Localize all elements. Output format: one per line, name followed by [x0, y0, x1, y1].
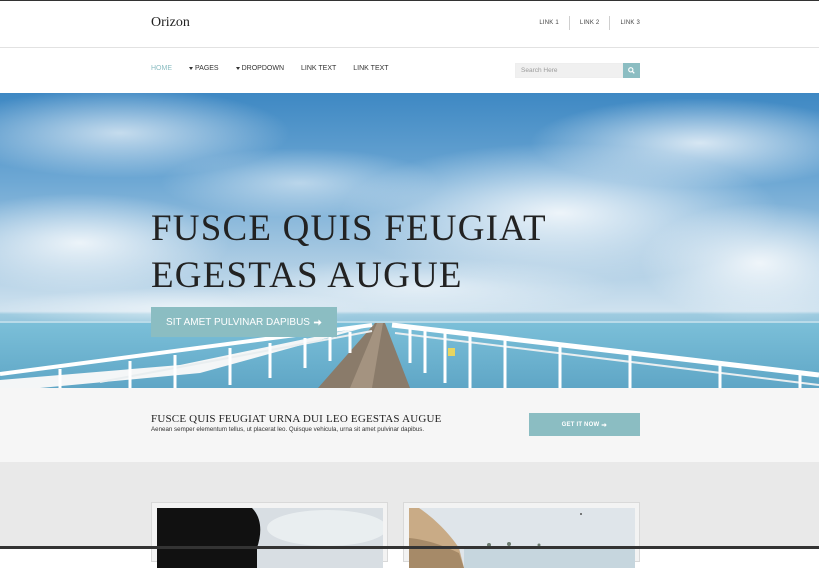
- main-navbar: HOME PAGES DROPDOWN LINK TEXT LINK TEXT: [0, 48, 819, 93]
- nav-item-pages[interactable]: PAGES: [189, 65, 219, 72]
- get-it-now-label: GET IT NOW: [561, 421, 600, 428]
- hero-cta-label: SIT AMET PULVINAR DAPIBUS: [166, 316, 310, 328]
- search-input[interactable]: [515, 63, 623, 78]
- get-it-now-button[interactable]: GET IT NOW: [529, 413, 640, 436]
- main-nav: HOME PAGES DROPDOWN LINK TEXT LINK TEXT: [151, 65, 406, 72]
- hero-title-line-1: FUSCE QUIS FEUGIAT: [151, 208, 547, 249]
- top-link-1[interactable]: LINK 1: [529, 16, 569, 30]
- cta-strip: FUSCE QUIS FEUGIAT URNA DUI LEO EGESTAS …: [0, 388, 819, 462]
- card-image-2: [409, 508, 635, 568]
- nav-item-dropdown[interactable]: DROPDOWN: [235, 65, 284, 72]
- top-link-2[interactable]: LINK 2: [568, 16, 610, 30]
- card-1[interactable]: [151, 502, 388, 568]
- top-link-3[interactable]: LINK 3: [609, 16, 640, 30]
- search-button[interactable]: [623, 63, 640, 78]
- nav-item-home[interactable]: HOME: [151, 65, 172, 72]
- top-links: LINK 1 LINK 2 LINK 3: [529, 16, 640, 30]
- nav-item-label: LINK TEXT: [353, 65, 389, 72]
- card-image-1: [157, 508, 383, 568]
- nav-item-label: PAGES: [195, 65, 219, 72]
- cta-text: Aenean semper elementum tellus, ut place…: [151, 426, 425, 433]
- site-logo[interactable]: Orizon: [151, 15, 190, 31]
- caret-down-icon: [235, 67, 240, 70]
- nav-item-link-text-1[interactable]: LINK TEXT: [301, 65, 336, 72]
- hero-title: FUSCE QUIS FEUGIAT EGESTAS AUGUE: [151, 205, 547, 299]
- top-bar: Orizon LINK 1 LINK 2 LINK 3: [0, 0, 819, 48]
- nav-item-link-text-2[interactable]: LINK TEXT: [353, 65, 388, 72]
- arrow-right-icon: [601, 422, 608, 427]
- nav-item-label: LINK TEXT: [301, 65, 337, 72]
- nav-item-label: HOME: [151, 65, 172, 72]
- search-icon: [628, 67, 635, 74]
- caret-down-icon: [189, 67, 193, 70]
- search-form: [515, 63, 640, 78]
- hero-banner: FUSCE QUIS FEUGIAT EGESTAS AUGUE SIT AME…: [0, 93, 819, 388]
- hero-title-line-2: EGESTAS AUGUE: [151, 255, 463, 296]
- card-2[interactable]: [403, 502, 640, 568]
- hero-cta-button[interactable]: SIT AMET PULVINAR DAPIBUS: [151, 307, 337, 337]
- cards-section: [0, 462, 819, 568]
- arrow-right-icon: [313, 318, 322, 326]
- cta-title: FUSCE QUIS FEUGIAT URNA DUI LEO EGESTAS …: [151, 413, 442, 425]
- nav-item-label: DROPDOWN: [241, 65, 284, 72]
